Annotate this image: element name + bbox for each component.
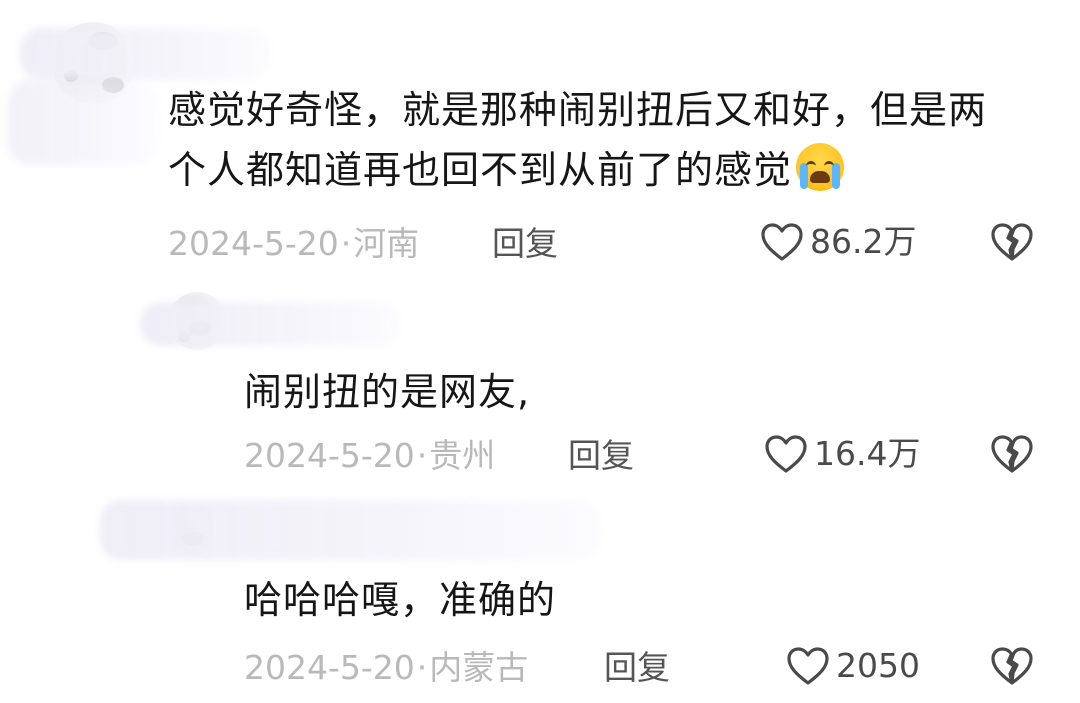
- username-redacted: [100, 500, 600, 560]
- comment-meta: 2024-5-20·贵州: [244, 436, 495, 476]
- comment-date: 2024-5-20: [244, 648, 415, 687]
- like-count: 16.4万: [814, 434, 921, 473]
- reply-button[interactable]: 回复: [604, 648, 670, 688]
- reply-button[interactable]: 回复: [568, 436, 634, 476]
- username-redacted: [140, 302, 400, 346]
- heart-outline-icon: [764, 434, 808, 474]
- comment-date: 2024-5-20: [168, 224, 339, 263]
- comment-text-line: 感觉好奇怪，就是那种闹别扭后又和好，但是两: [168, 88, 988, 132]
- broken-heart-outline-icon[interactable]: [990, 222, 1034, 262]
- comment-date: 2024-5-20: [244, 436, 415, 475]
- reply-button[interactable]: 回复: [492, 224, 558, 264]
- avatar-redacted-smudge: [8, 80, 158, 165]
- meta-separator: ·: [416, 436, 428, 475]
- broken-heart-outline-icon[interactable]: [990, 434, 1034, 474]
- comment-location: 河南: [353, 224, 420, 263]
- like-count: 2050: [836, 646, 920, 685]
- heart-outline-icon: [786, 646, 830, 686]
- comment-meta: 2024-5-20·内蒙古: [244, 648, 528, 688]
- like-button[interactable]: 16.4万: [764, 434, 920, 474]
- comment-text: 感觉好奇怪，就是那种闹别扭后又和好，但是两 个人都知道再也回不到从前了的感觉: [168, 80, 1048, 200]
- comment-text: 哈哈哈嘎，准确的: [244, 570, 1044, 630]
- meta-separator: ·: [340, 224, 352, 263]
- like-button[interactable]: 2050: [786, 646, 920, 686]
- username-redacted: [20, 28, 270, 80]
- comment-meta: 2024-5-20·河南: [168, 224, 419, 264]
- comment-location: 贵州: [429, 436, 496, 475]
- like-button[interactable]: 86.2万: [760, 222, 916, 262]
- meta-separator: ·: [416, 648, 428, 687]
- comment-location: 内蒙古: [429, 648, 529, 687]
- like-count: 86.2万: [810, 222, 917, 261]
- comment-text: 闹别扭的是网友,: [244, 362, 1044, 422]
- heart-outline-icon: [760, 222, 804, 262]
- comment-text-line: 个人都知道再也回不到从前了的感觉: [168, 140, 1048, 200]
- loudly-crying-face-emoji: [796, 143, 845, 191]
- comment-text-line: 哈哈哈嘎，准确的: [244, 578, 557, 622]
- comment-text-line: 闹别扭的是网友,: [244, 370, 531, 414]
- broken-heart-outline-icon[interactable]: [990, 646, 1034, 686]
